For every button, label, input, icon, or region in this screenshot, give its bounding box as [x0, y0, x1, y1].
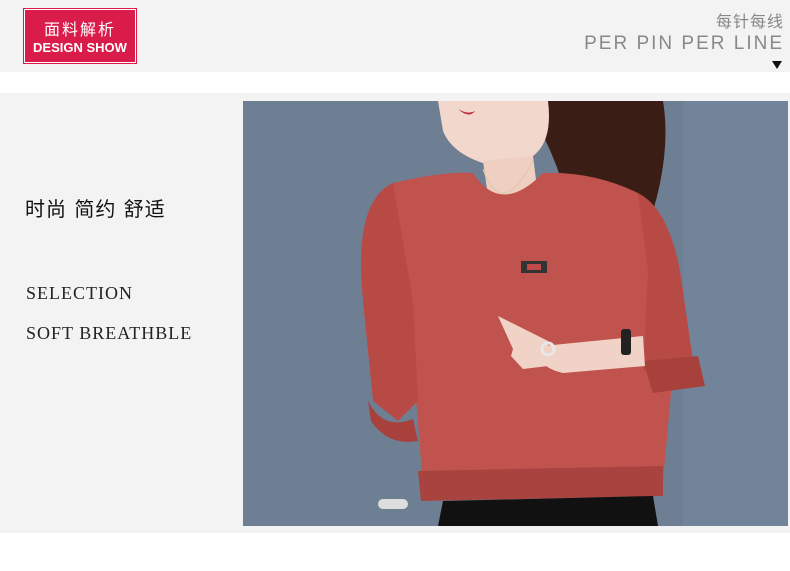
- model-illustration: [243, 101, 788, 526]
- wristwatch: [621, 329, 631, 355]
- triangle-down-icon: [772, 61, 782, 69]
- product-photo: [243, 101, 788, 526]
- badge-title-en: DESIGN SHOW: [33, 40, 127, 55]
- blouse-body: [388, 172, 673, 486]
- feature-soft-breathable: SOFT BREATHBLE: [26, 323, 193, 343]
- model-pants: [438, 496, 658, 526]
- style-tagline: 时尚 简约 舒适: [25, 197, 166, 221]
- header-band: 面料解析 DESIGN SHOW 每针每线 PER PIN PER LINE: [0, 0, 790, 72]
- badge-title-cn: 面料解析: [43, 20, 116, 39]
- blouse-hem: [418, 466, 663, 501]
- header-subtitle-cn: 每针每线: [715, 12, 784, 31]
- feature-selection: SELECTION: [26, 283, 133, 303]
- section-badge: 面料解析 DESIGN SHOW: [23, 8, 137, 64]
- header-subtitle-en: PER PIN PER LINE: [584, 33, 784, 54]
- bracelet: [378, 499, 408, 509]
